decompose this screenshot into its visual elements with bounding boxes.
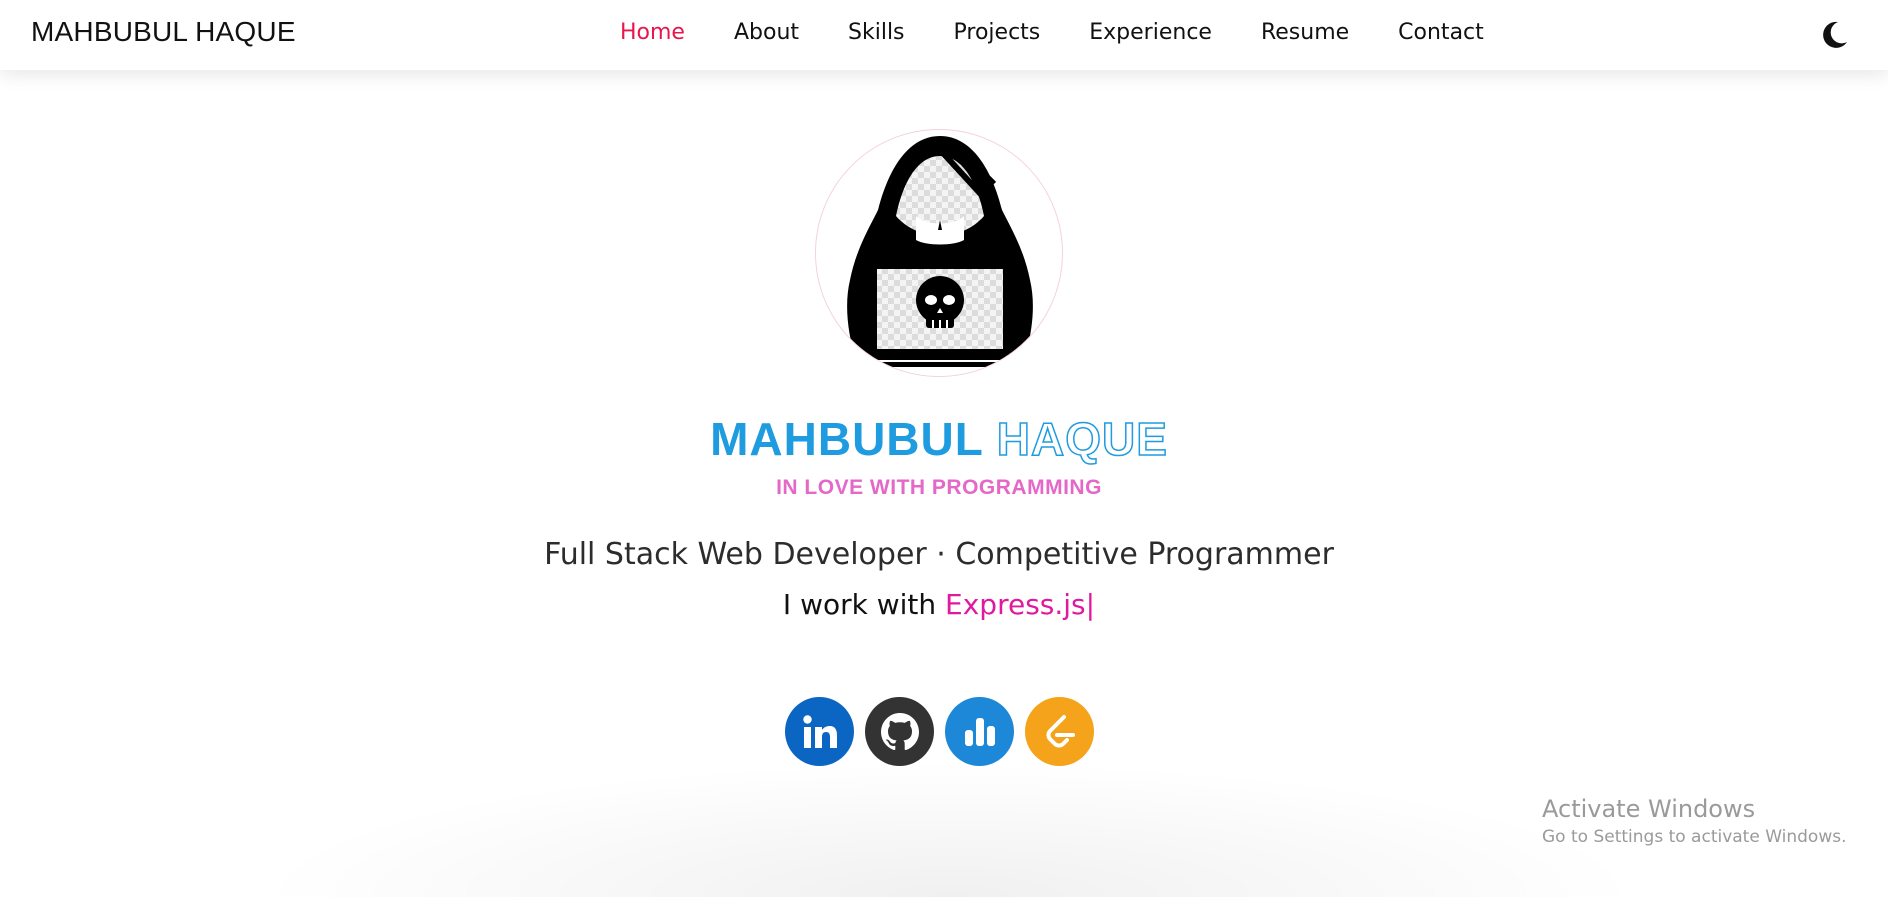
nav-link-contact[interactable]: Contact (1398, 20, 1484, 50)
hero-tagline: IN LOVE WITH PROGRAMMING (776, 476, 1102, 499)
linkedin-button[interactable] (785, 697, 854, 766)
nav-links: Home About Skills Projects Experience Re… (620, 20, 1533, 50)
activate-windows-watermark: Activate Windows Go to Settings to activ… (1542, 795, 1847, 847)
linkedin-icon (802, 714, 837, 748)
brand-logo[interactable]: MAHBUBUL HAQUE (31, 16, 296, 48)
name-last: HAQUE (996, 412, 1168, 466)
avatar (815, 129, 1063, 377)
social-links (785, 697, 1094, 767)
nav-link-home[interactable]: Home (620, 20, 685, 50)
watermark-title: Activate Windows (1542, 795, 1756, 823)
typing-caret: | (1085, 588, 1096, 621)
typing-prefix: I work with (782, 588, 946, 621)
stats-button[interactable] (945, 697, 1014, 766)
leetcode-button[interactable] (1025, 697, 1094, 766)
nav-link-projects[interactable]: Projects (954, 20, 1041, 50)
nav-link-resume[interactable]: Resume (1261, 20, 1349, 50)
github-button[interactable] (865, 697, 934, 766)
name-first: MAHBUBUL (710, 413, 983, 465)
typing-line: I work with Express.js| (0, 588, 1878, 621)
leetcode-icon (1046, 714, 1075, 747)
github-icon (880, 712, 919, 750)
hooded-hacker-icon (847, 136, 1033, 367)
nav-link-about[interactable]: About (734, 20, 799, 50)
nav-link-skills[interactable]: Skills (848, 20, 905, 50)
hero-shadow (250, 760, 1650, 897)
hero-role: Full Stack Web Developer · Competitive P… (544, 537, 1334, 572)
typing-tech: Express.js (945, 588, 1086, 621)
nav-link-experience[interactable]: Experience (1089, 20, 1212, 50)
stats-icon (964, 717, 995, 746)
watermark-subtitle: Go to Settings to activate Windows. (1542, 827, 1847, 847)
moon-icon[interactable] (1817, 18, 1851, 52)
hero-name: MAHBUBUL HAQUE (0, 412, 1878, 466)
navbar: MAHBUBUL HAQUE Home About Skills Project… (0, 0, 1888, 70)
